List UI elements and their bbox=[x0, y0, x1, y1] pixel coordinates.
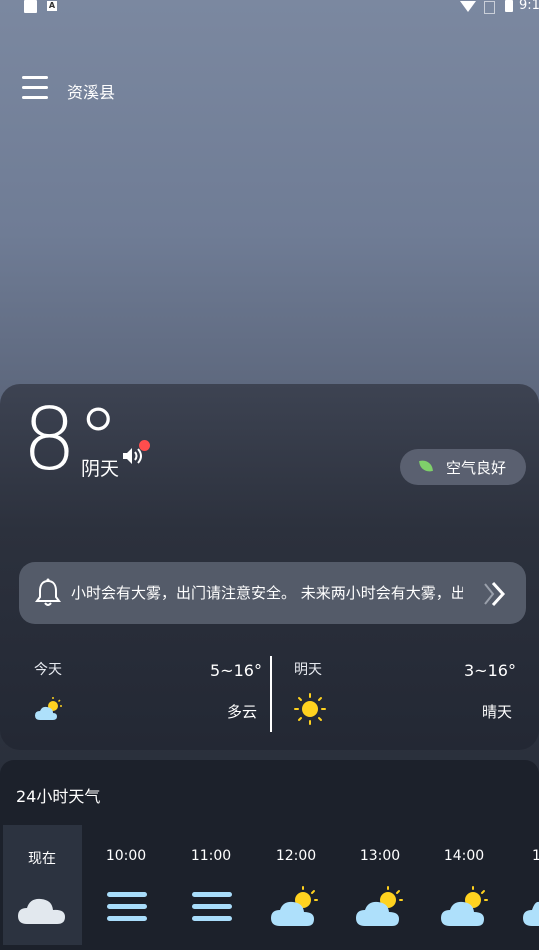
current-condition: 阴天 bbox=[81, 458, 120, 480]
cloudy-icon bbox=[18, 898, 65, 924]
hour-item-label: 10:00 bbox=[105, 848, 147, 864]
hamburger-icon[interactable] bbox=[22, 76, 48, 102]
notification-square-icon bbox=[24, 0, 37, 13]
hour-item-now-label: 现在 bbox=[28, 851, 56, 867]
partly-cloudy-icon bbox=[441, 886, 488, 926]
hourly-title: 24小时天气 bbox=[16, 787, 101, 806]
city-name[interactable]: 资溪县 bbox=[67, 79, 115, 103]
a-icon: A bbox=[47, 1, 57, 11]
chevron-right-icon[interactable] bbox=[481, 580, 509, 608]
forecast-divider bbox=[270, 656, 272, 732]
tomorrow-label: 明天 bbox=[294, 662, 322, 678]
status-time: 9:1 bbox=[519, 0, 539, 13]
partly-cloudy-icon bbox=[356, 886, 403, 926]
today-label: 今天 bbox=[34, 662, 62, 678]
hour-item-label: 12:00 bbox=[275, 848, 317, 864]
tomorrow-condition: 晴天 bbox=[482, 703, 513, 721]
no-sim-icon bbox=[484, 1, 495, 14]
hour-item-now-highlight[interactable] bbox=[3, 825, 82, 945]
hour-item-label: 1 bbox=[532, 848, 539, 864]
notification-dot bbox=[139, 440, 150, 451]
partly-cloudy-icon bbox=[271, 886, 318, 926]
hour-item-label: 13:00 bbox=[359, 848, 401, 864]
alert-text: 小时会有大雾，出门请注意安全。 未来两小时会有大雾，出门 bbox=[71, 584, 463, 602]
leaf-icon bbox=[419, 459, 433, 473]
partly-cloudy-icon bbox=[35, 697, 62, 720]
wifi-icon bbox=[460, 1, 476, 12]
hour-item-label: 11:00 bbox=[190, 848, 232, 864]
partly-cloudy-icon bbox=[523, 901, 539, 926]
bell-icon bbox=[35, 578, 61, 606]
today-range: 5~16° bbox=[210, 661, 262, 680]
air-quality-badge[interactable]: 空气良好 bbox=[400, 449, 526, 485]
weather-alert-bar[interactable]: 小时会有大雾，出门请注意安全。 未来两小时会有大雾，出门 bbox=[19, 562, 526, 624]
tomorrow-range: 3~16° bbox=[464, 661, 516, 680]
fog-icon bbox=[107, 892, 147, 921]
fog-icon bbox=[192, 892, 232, 921]
sunny-icon bbox=[294, 693, 326, 725]
today-condition: 多云 bbox=[227, 703, 258, 721]
status-bar: A 9:1 bbox=[0, 0, 539, 16]
battery-icon bbox=[505, 0, 513, 12]
air-quality-label: 空气良好 bbox=[446, 459, 507, 477]
